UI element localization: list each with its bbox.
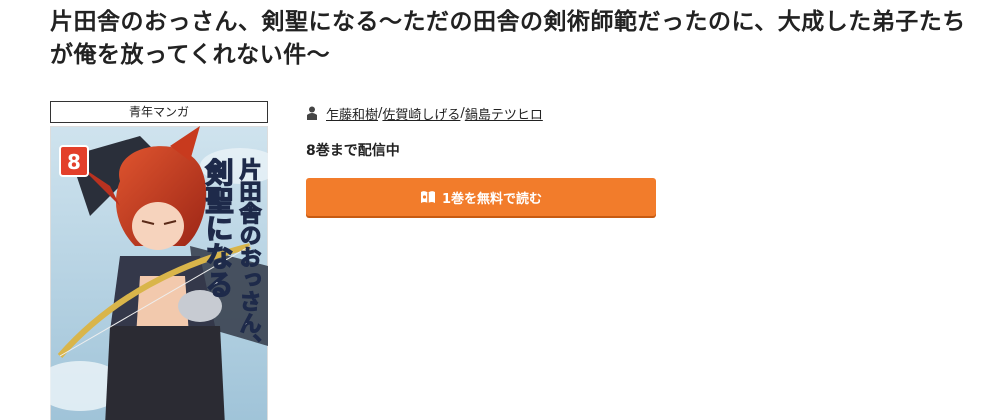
author-row: 乍藤和樹 / 佐賀崎しげる / 鍋島テツヒロ <box>306 103 543 123</box>
person-icon <box>307 106 317 120</box>
read-free-button[interactable]: 1巻を無料で読む <box>306 178 656 216</box>
author-link-3[interactable]: 鍋島テツヒロ <box>465 104 543 123</box>
read-free-button-label: 1巻を無料で読む <box>441 191 543 207</box>
genre-badge[interactable]: 青年マンガ <box>50 101 268 123</box>
page-title: 片田舎のおっさん、剣聖になる～ただの田舎の剣術師範だったのに、大成した弟子たちが… <box>50 9 966 68</box>
cover-title-line-2: 剣聖になる <box>202 158 235 298</box>
distribution-status: 8巻まで配信中 <box>306 143 400 159</box>
cover-image[interactable]: 8 片田舎のおっさん、 剣聖になる <box>50 126 268 420</box>
cover-title-line-1: 片田舎のおっさん、 <box>236 158 262 356</box>
manga-detail-page: 片田舎のおっさん、剣聖になる～ただの田舎の剣術師範だったのに、大成した弟子たちが… <box>0 0 1000 420</box>
book-icon <box>420 191 435 203</box>
cover-volume-number: 8 <box>67 150 81 174</box>
author-link-2[interactable]: 佐賀崎しげる <box>382 104 460 123</box>
author-link-1[interactable]: 乍藤和樹 <box>326 104 378 123</box>
